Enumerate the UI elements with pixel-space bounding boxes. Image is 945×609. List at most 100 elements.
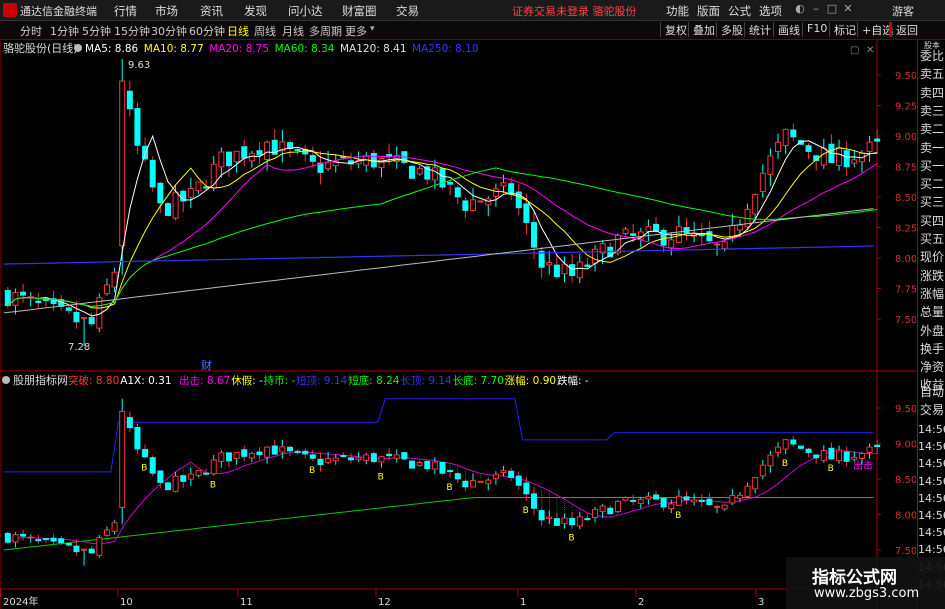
side-item[interactable]: 卖二 (918, 121, 945, 138)
side-item[interactable]: 卖一 (918, 140, 945, 157)
f10-button[interactable]: F10 (802, 22, 831, 37)
side-item[interactable]: 净资 (918, 359, 945, 376)
main-axis-label: 9.00 (895, 132, 916, 143)
menu-market[interactable]: 市场 (155, 3, 178, 19)
main-axis-label: 8.50 (895, 193, 916, 204)
tab-15min[interactable]: 15分钟 (114, 23, 150, 39)
indicator-candle-body (210, 459, 217, 475)
main-candle-body (851, 159, 858, 164)
buy-marker: B (782, 459, 788, 469)
main-axis-label: 7.75 (895, 285, 916, 296)
panel-options-icon[interactable]: ▢ (850, 45, 859, 56)
side-item[interactable]: 买四 (918, 213, 945, 230)
time-axis-label: 2024年 (3, 595, 38, 608)
menu-ask-xiaoda[interactable]: 问小达 (288, 3, 323, 19)
side-item[interactable]: 买一 (918, 158, 945, 175)
restore-icon[interactable]: □ (824, 2, 840, 17)
side-item[interactable]: 外盘 (918, 323, 945, 340)
main-candle-body (477, 200, 484, 203)
menu-news[interactable]: 资讯 (200, 3, 223, 19)
main-axis-label: 8.75 (895, 163, 916, 174)
side-item[interactable]: 现价 (918, 249, 945, 266)
indicator-candle-body (58, 538, 65, 544)
ma-legend: MA5: 8.86 MA10: 8.77 MA20: 8.75 MA60: 8.34 M… (85, 43, 479, 55)
main-candle-body (714, 243, 721, 246)
settings-dot-icon[interactable] (74, 44, 82, 52)
indicator-candle-body (500, 470, 507, 474)
side-item[interactable]: 卖五 (918, 66, 945, 83)
menu-trade[interactable]: 交易 (396, 3, 419, 19)
menu-formula[interactable]: 公式 (728, 3, 751, 19)
tab-weekly[interactable]: 周线 (254, 23, 276, 39)
side-item[interactable]: 委比 (918, 48, 945, 65)
side-time: 14:56 (918, 423, 945, 436)
menu-layout[interactable]: 版面 (697, 3, 720, 19)
main-candle-body (81, 317, 88, 320)
indicator-candle-body (180, 475, 187, 482)
side-auto-label[interactable]: 自动 (918, 384, 945, 401)
close-icon[interactable]: ✕ (840, 2, 856, 17)
tab-5min[interactable]: 5分钟 (82, 23, 111, 39)
side-item[interactable]: 涨跌 (918, 268, 945, 285)
main-candle-body (454, 187, 461, 198)
tab-more[interactable]: 更多 (345, 23, 367, 39)
buy-marker: B (523, 506, 529, 516)
indicator-candle-body (286, 446, 293, 452)
tab-30min[interactable]: 30分钟 (151, 23, 187, 39)
menu-wealth-circle[interactable]: 财富圈 (342, 3, 377, 19)
minimize-icon[interactable]: – (808, 2, 824, 17)
tab-monthly[interactable]: 月线 (282, 23, 304, 39)
side-time: 14:56 (918, 509, 945, 522)
side-item[interactable]: 买五 (918, 231, 945, 248)
side-item[interactable]: 卖四 (918, 85, 945, 102)
legend-item: 长底: 7.70 (453, 374, 504, 387)
indicator-candle-body (149, 457, 156, 474)
financial-report-marker[interactable]: 财 (201, 358, 212, 372)
adjust-button[interactable]: 复权 (660, 22, 691, 37)
indicator-candle-body (325, 458, 332, 464)
side-item[interactable]: 买二 (918, 176, 945, 193)
draw-line-button[interactable]: 画线 (773, 22, 804, 37)
menu-discover[interactable]: 发现 (244, 3, 267, 19)
side-item[interactable]: 卖三 (918, 103, 945, 120)
main-candle-body (111, 271, 118, 288)
overlay-button[interactable]: 叠加 (688, 22, 719, 37)
side-trade-label[interactable]: 交易 (918, 402, 945, 419)
time-axis-label: 1 (520, 597, 526, 608)
menu-function[interactable]: 功能 (666, 3, 689, 19)
main-candle-body (203, 186, 210, 189)
indicator-candle-body (759, 464, 766, 477)
indicator-candle-body (424, 460, 431, 470)
tab-1min[interactable]: 1分钟 (50, 23, 79, 39)
indicator-axis-label: 8.50 (895, 475, 916, 486)
tab-timeshare[interactable]: 分时 (20, 23, 42, 39)
indicator-candle-body (599, 505, 606, 513)
chart-area[interactable]: B B B B B B B B B B 9.50 9.25 9.00 8.75 8.50 8.25 8.00 7… (0, 40, 916, 609)
menu-market-quotes[interactable]: 行情 (114, 3, 137, 19)
guest-label[interactable]: 游客 (892, 3, 914, 19)
main-candle-body (546, 262, 553, 266)
login-notice[interactable]: 证券交易未登录 骆驼股份 (512, 3, 637, 19)
menu-options[interactable]: 选项 (759, 3, 782, 19)
tab-60min[interactable]: 60分钟 (189, 23, 225, 39)
side-item[interactable]: 总量 (918, 304, 945, 321)
back-button[interactable]: 返回 (889, 22, 922, 37)
mark-button[interactable]: 标记 (829, 22, 860, 37)
indicator-candle-body (416, 461, 423, 467)
main-candle-body (492, 188, 499, 197)
indicator-candle-body (96, 537, 103, 556)
side-item[interactable]: 涨幅 (918, 286, 945, 303)
indicator-settings-dot-icon[interactable] (2, 376, 10, 384)
skin-icon[interactable]: ◐ (792, 2, 808, 17)
multi-stock-button[interactable]: 多股 (716, 22, 747, 37)
side-item[interactable]: 买三 (918, 194, 945, 211)
main-candle-body (20, 291, 27, 296)
chevron-down-icon[interactable]: ▾ (370, 24, 375, 34)
tab-daily[interactable]: 日线 (227, 23, 249, 39)
side-item[interactable]: 换手 (918, 341, 945, 358)
ma120-line (3, 208, 874, 314)
main-candle-body (759, 172, 766, 193)
tab-multi-period[interactable]: 多周期 (309, 23, 342, 39)
statistics-button[interactable]: 统计 (744, 22, 775, 37)
panel-close-icon[interactable]: ✕ (866, 45, 874, 56)
